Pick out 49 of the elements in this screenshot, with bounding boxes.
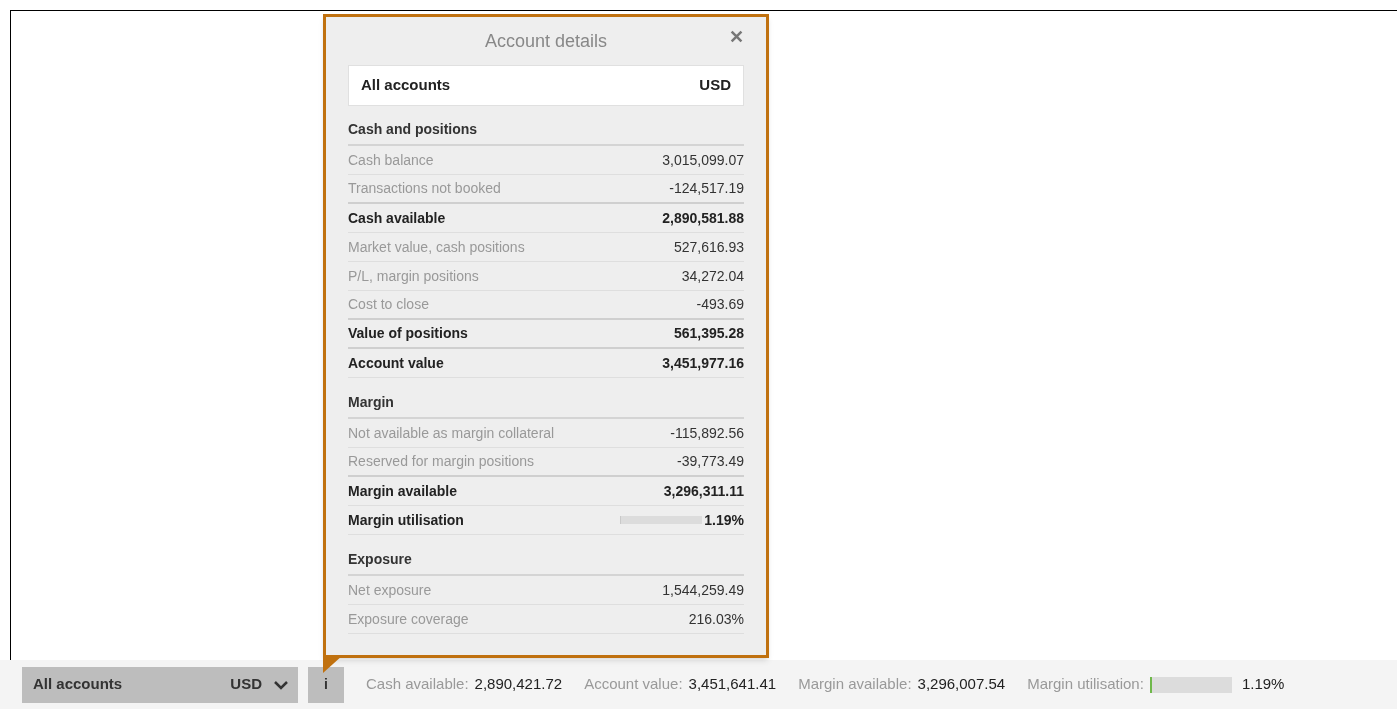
account-name: All accounts	[33, 674, 124, 695]
row-label: Margin available	[348, 481, 457, 501]
row-value: 2,890,581.88	[662, 208, 744, 228]
row-label: Margin utilisation	[348, 510, 464, 530]
row-label: Net exposure	[348, 580, 432, 600]
row-value: -493.69	[696, 295, 744, 314]
row-value: 34,272.04	[681, 266, 744, 286]
info-button[interactable]: i	[308, 666, 344, 703]
stat-label: Cash available:	[366, 674, 469, 695]
row-value: 216.03%	[688, 609, 744, 629]
row-label: P/L, margin positions	[348, 266, 479, 286]
section-heading: Margin	[348, 393, 394, 412]
row-label: Account value	[348, 353, 444, 373]
account-selector[interactable]: All accounts USD	[348, 65, 744, 106]
row-value: -39,773.49	[677, 452, 744, 471]
close-button[interactable]: ✕	[729, 28, 744, 46]
row-value: -115,892.56	[670, 423, 744, 443]
row-label: Value of positions	[348, 324, 468, 343]
account-dropdown[interactable]: All accounts USD	[22, 666, 298, 703]
row-label: Cash available	[348, 208, 446, 228]
stat-label: Account value:	[584, 674, 683, 695]
section-heading: Exposure	[348, 550, 412, 569]
row-value: 3,296,311.11	[663, 481, 744, 501]
currency-label: USD	[699, 75, 731, 96]
popup-title: Account details	[484, 29, 608, 53]
stat-value: 3,296,007.54	[917, 674, 1006, 695]
currency-label: USD	[230, 674, 262, 695]
account-name: All accounts	[361, 75, 451, 96]
row-value: 3,015,099.07	[662, 150, 744, 170]
row-value: 1,544,259.49	[662, 580, 744, 600]
row-label: Exposure coverage	[348, 609, 469, 629]
row-value: 561,395.28	[673, 324, 744, 343]
stat-label: Margin utilisation:	[1027, 674, 1144, 695]
stat-value: 1.19%	[1241, 674, 1285, 695]
row-label: Cost to close	[348, 295, 429, 314]
row-value: -124,517.19	[669, 179, 744, 198]
stat-label: Margin available:	[798, 674, 912, 695]
row-value: 527,616.93	[673, 237, 744, 257]
row-label: Market value, cash positions	[348, 237, 525, 257]
section-heading: Cash and positions	[348, 120, 478, 139]
row-label: Not available as margin collateral	[348, 423, 555, 443]
row-label: Transactions not booked	[348, 179, 501, 198]
stat-value: 2,890,421.72	[474, 674, 563, 695]
row-value: 3,451,977.16	[662, 353, 744, 373]
row-label: Cash balance	[348, 150, 434, 170]
row-value: 1.19%	[704, 510, 744, 530]
chevron-down-icon	[274, 679, 288, 690]
stat-value: 3,451,641.41	[688, 674, 777, 695]
row-label: Reserved for margin positions	[348, 452, 534, 471]
